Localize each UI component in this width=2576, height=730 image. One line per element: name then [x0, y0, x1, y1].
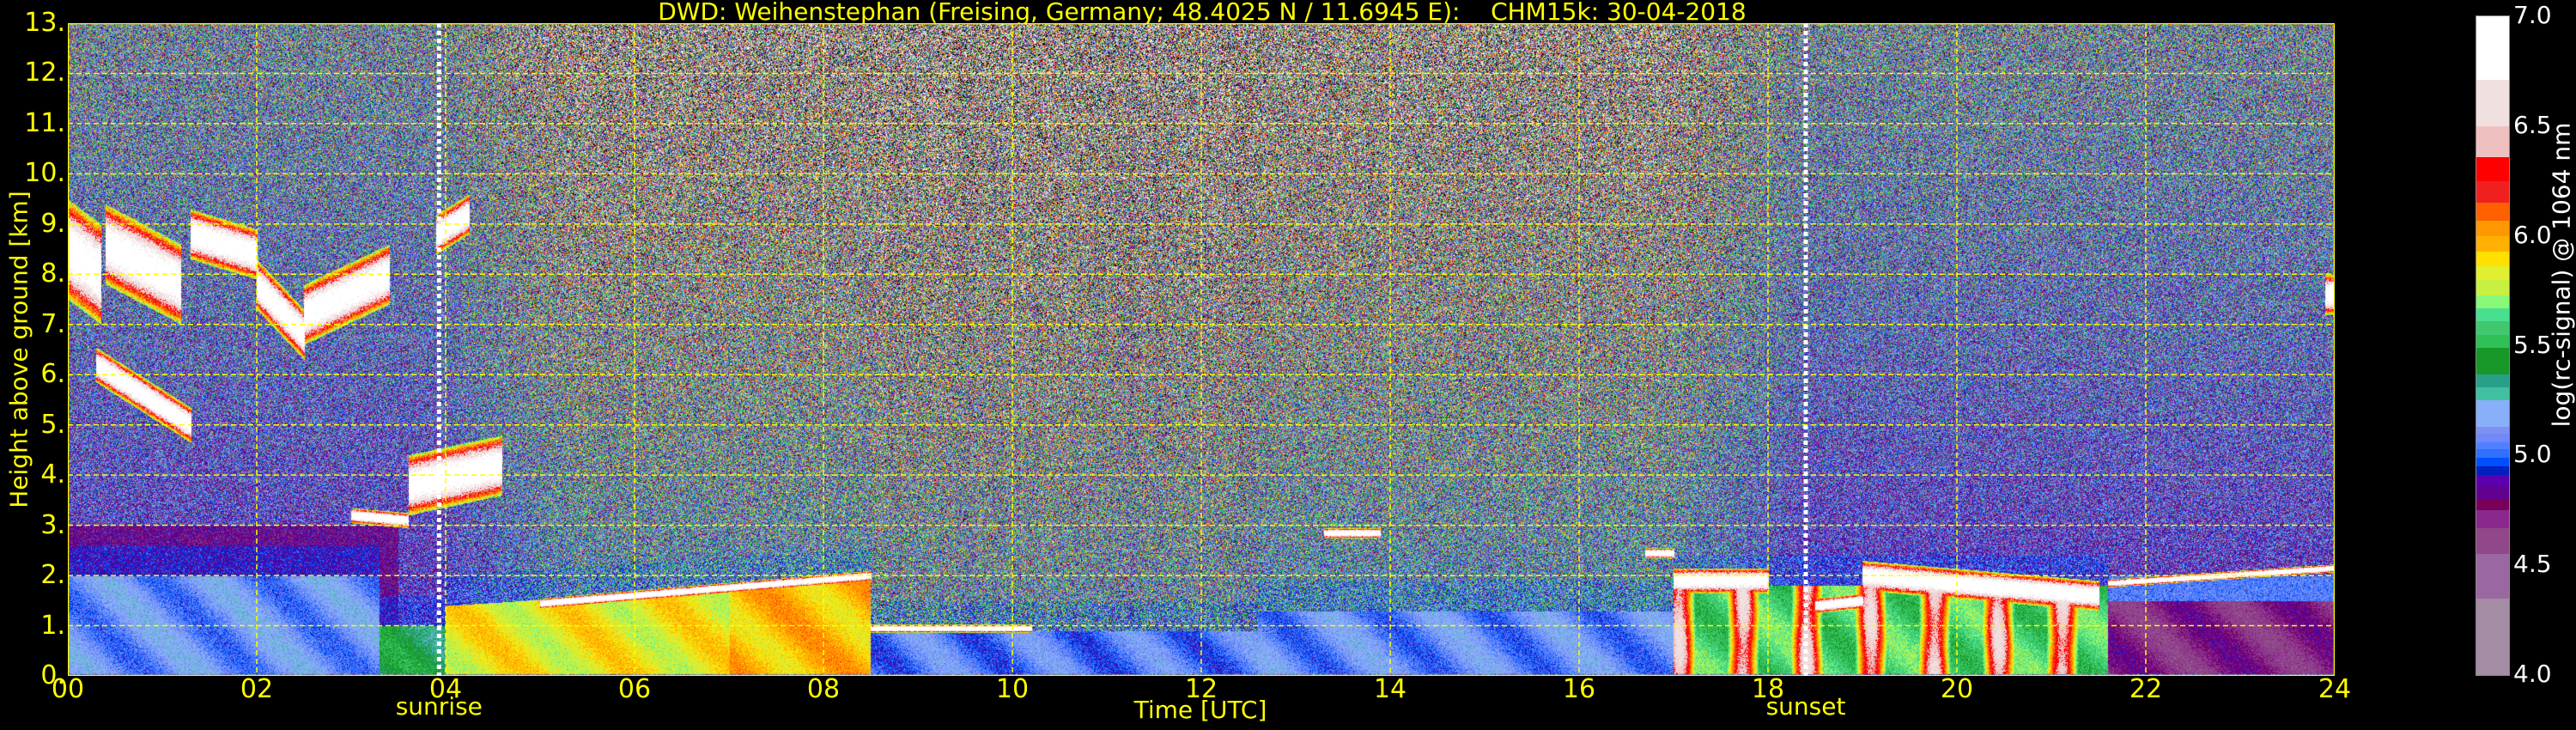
- colorbar-segment: [2476, 474, 2509, 487]
- colorbar-segment: [2476, 202, 2509, 221]
- colorbar-segment: [2476, 509, 2509, 528]
- colorbar-segment: [2476, 374, 2509, 388]
- x-tick-label: 10: [995, 674, 1030, 704]
- colorbar-segment: [2476, 485, 2509, 500]
- colorbar: [2476, 15, 2510, 676]
- colorbar-segment: [2476, 125, 2509, 157]
- y-tick-label: 13.: [24, 8, 65, 38]
- x-tick-label: 14: [1373, 674, 1407, 704]
- x-tick-label: 22: [2129, 674, 2163, 704]
- chart-title: DWD: Weihenstephan (Freising, Germany; 4…: [658, 0, 1747, 26]
- y-tick-label: 5.: [40, 409, 65, 440]
- colorbar-segment: [2476, 441, 2509, 449]
- colorbar-segment: [2476, 156, 2509, 181]
- y-tick-label: 8.: [40, 259, 65, 289]
- colorbar-tick-label: 7.0: [2513, 1, 2552, 29]
- y-tick-label: 3.: [40, 509, 65, 540]
- x-tick-label: 24: [2318, 674, 2352, 704]
- colorbar-segment: [2476, 553, 2509, 599]
- colorbar-segment: [2476, 527, 2509, 555]
- colorbar-tick-label: 6.0: [2513, 220, 2552, 249]
- colorbar-segment: [2476, 498, 2509, 511]
- colorbar-tick-label: 6.5: [2513, 110, 2552, 139]
- y-tick-label: 9.: [40, 208, 65, 239]
- colorbar-segment: [2476, 251, 2509, 267]
- colorbar-tick-label: 5.0: [2513, 440, 2552, 469]
- y-tick-label: 1.: [40, 610, 65, 641]
- colorbar-segment: [2476, 426, 2509, 434]
- colorbar-segment: [2476, 79, 2509, 126]
- colorbar-segment: [2476, 399, 2509, 428]
- plot-overlay: [68, 23, 2335, 676]
- colorbar-segment: [2476, 598, 2509, 675]
- sunset-label: sunset: [1765, 692, 1846, 721]
- colorbar-tick-label: 5.5: [2513, 330, 2552, 359]
- colorbar-segment: [2476, 265, 2509, 280]
- colorbar-segment: [2476, 235, 2509, 252]
- y-tick-label: 10.: [24, 158, 65, 189]
- y-tick-label: 2.: [40, 560, 65, 591]
- y-tick-label: 4.: [40, 459, 65, 490]
- x-tick-label: 00: [51, 674, 85, 704]
- x-tick-label: 08: [806, 674, 841, 704]
- y-tick-label: 6.: [40, 359, 65, 390]
- x-tick-label: 20: [1940, 674, 1974, 704]
- plot-area: [68, 23, 2335, 676]
- x-tick-label: 16: [1562, 674, 1596, 704]
- colorbar-segment: [2476, 386, 2509, 401]
- y-axis-label: Height above ground [km]: [4, 191, 33, 508]
- colorbar-segment: [2476, 295, 2509, 309]
- x-tick-label: 02: [240, 674, 274, 704]
- sunrise-label: sunrise: [395, 692, 483, 721]
- colorbar-segment: [2476, 220, 2509, 236]
- colorbar-segment: [2476, 279, 2509, 295]
- colorbar-segment: [2476, 334, 2509, 349]
- y-tick-label: 11.: [24, 107, 65, 138]
- colorbar-segment: [2476, 320, 2509, 335]
- colorbar-segment: [2476, 347, 2509, 374]
- colorbar-segment: [2476, 15, 2509, 81]
- colorbar-label: log(rc-signal) @ 1064 nm: [2547, 122, 2576, 428]
- colorbar-segment: [2476, 457, 2509, 467]
- colorbar-segment: [2476, 433, 2509, 442]
- y-tick-label: 12.: [24, 58, 65, 88]
- colorbar-segment: [2476, 307, 2509, 322]
- colorbar-segment: [2476, 465, 2509, 476]
- colorbar-tick-label: 4.0: [2513, 660, 2552, 688]
- colorbar-segment: [2476, 448, 2509, 458]
- y-tick-label: 7.: [40, 308, 65, 339]
- colorbar-tick-label: 4.5: [2513, 550, 2552, 579]
- x-axis-label: Time [UTC]: [1133, 696, 1267, 724]
- x-tick-label: 06: [617, 674, 652, 704]
- colorbar-segment: [2476, 180, 2509, 204]
